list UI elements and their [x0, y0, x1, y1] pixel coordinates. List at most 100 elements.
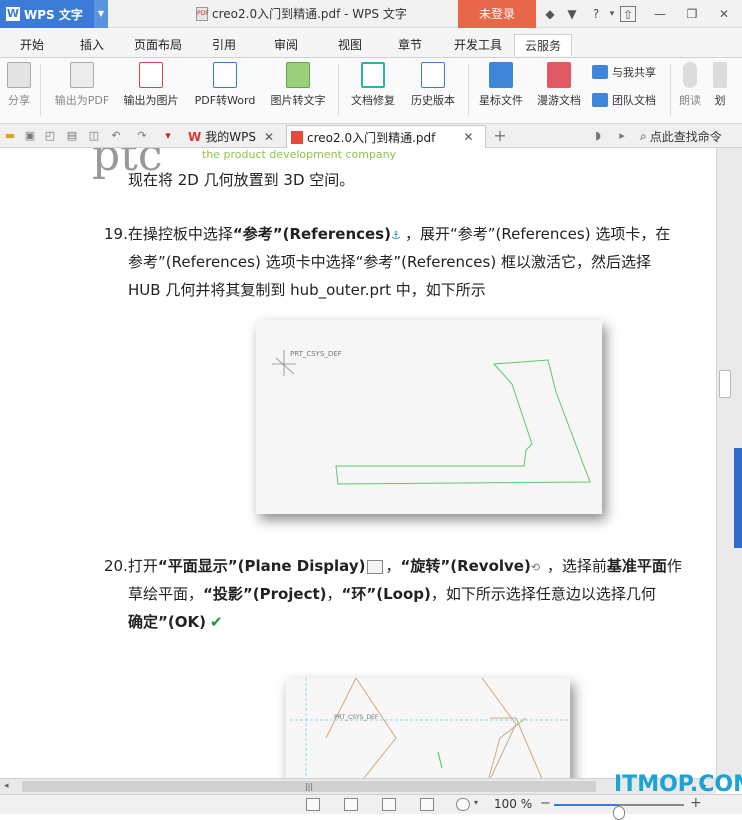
- step-text: ，如下所示选择任意边以选择几何: [430, 585, 656, 603]
- zoom-level[interactable]: 100 %: [494, 797, 532, 811]
- tab-home[interactable]: 开始: [14, 34, 50, 56]
- eye-protection-icon[interactable]: [456, 798, 470, 811]
- toggle-icon[interactable]: ◗: [590, 128, 606, 144]
- doc-menu-icon[interactable]: ▸: [614, 128, 630, 144]
- team-docs-button[interactable]: 团队文档: [592, 90, 656, 110]
- history-icon: [421, 62, 445, 88]
- zoom-slider-knob[interactable]: [613, 806, 625, 820]
- find-command-label: 点此查找命令: [649, 129, 722, 144]
- horizontal-scrollbar[interactable]: ◂ ||| ▸: [0, 778, 716, 794]
- export-pdf-icon: [70, 62, 94, 88]
- save-icon[interactable]: ▣: [22, 128, 38, 144]
- ribbon-separator: [338, 64, 339, 116]
- step-text: 在操控板中选择: [127, 225, 233, 243]
- skin-icon[interactable]: ◆: [542, 6, 558, 22]
- tab-cloud-services[interactable]: 云服务: [514, 34, 572, 56]
- share-icon: [7, 62, 31, 88]
- step-text: ，: [326, 585, 342, 603]
- close-icon[interactable]: ✕: [716, 6, 732, 22]
- tab-document[interactable]: creo2.0入门到精通.pdf ✕: [286, 125, 486, 148]
- tab-developer[interactable]: 开发工具: [448, 34, 508, 56]
- tab-document-label: creo2.0入门到精通.pdf: [307, 130, 436, 145]
- csys-label: PRT_CSYS_DEF: [290, 350, 342, 358]
- shared-with-me-button[interactable]: 与我共享: [592, 62, 656, 82]
- tab-view[interactable]: 视图: [332, 34, 368, 56]
- minimize-icon[interactable]: —: [652, 6, 668, 22]
- more-label: 划: [714, 94, 726, 107]
- pdf-to-word-button[interactable]: PDF转Word: [190, 60, 260, 120]
- read-aloud-button[interactable]: 朗读: [676, 60, 704, 120]
- tab-page-layout[interactable]: 页面布局: [128, 34, 188, 56]
- scroll-left-icon[interactable]: ◂: [4, 781, 9, 791]
- share-button[interactable]: 分享: [4, 60, 34, 120]
- close-tab-icon[interactable]: ✕: [264, 130, 274, 144]
- figure-sketch-2: PRT_CSYS_DEF: [286, 677, 570, 778]
- step-bold: “环”(Loop): [341, 585, 431, 603]
- tab-references[interactable]: 引用: [206, 34, 242, 56]
- image-to-text-icon: [286, 62, 310, 88]
- print-preview-icon[interactable]: ◰: [42, 128, 58, 144]
- maximize-icon[interactable]: ❐: [684, 6, 700, 22]
- help-menu-chevron-icon[interactable]: ▾: [604, 6, 620, 22]
- quick-access-menu-icon[interactable]: ▾: [160, 128, 176, 144]
- horizontal-scroll-thumb[interactable]: |||: [22, 781, 596, 792]
- full-screen-icon[interactable]: [306, 798, 320, 811]
- zoom-in-icon[interactable]: +: [690, 795, 702, 811]
- reading-view-icon[interactable]: [420, 798, 434, 811]
- redo-icon[interactable]: ↷: [134, 128, 150, 144]
- step-text: ，展开“参考”(References) 选项卡，在: [404, 225, 671, 243]
- eye-mode-chevron-icon[interactable]: ▾: [474, 798, 478, 807]
- step-number: 19.: [104, 225, 128, 243]
- tab-insert[interactable]: 插入: [74, 34, 110, 56]
- step-text: ，选择前: [546, 557, 607, 575]
- new-tab-icon[interactable]: +: [492, 128, 508, 144]
- window-title-text: creo2.0入门到精通.pdf - WPS 文字: [212, 7, 407, 21]
- read-aloud-label: 朗读: [679, 94, 701, 107]
- history-label: 历史版本: [411, 94, 455, 107]
- tab-my-wps[interactable]: W 我的WPS ✕: [184, 125, 284, 148]
- document-tab-bar: ▬ ▣ ◰ ▤ ◫ ↶ ↷ ▾ W 我的WPS ✕ creo2.0入门到精通.p…: [0, 124, 742, 148]
- page-view-icon[interactable]: [344, 798, 358, 811]
- export-image-button[interactable]: 输出为图片: [120, 60, 182, 120]
- restore-ribbon-icon[interactable]: ⇧: [620, 6, 636, 22]
- shared-icon: [592, 65, 608, 79]
- step-text: ，: [385, 557, 401, 575]
- pdf-file-icon: [291, 130, 303, 144]
- tab-review[interactable]: 审阅: [268, 34, 304, 56]
- references-icon: ⚓: [390, 229, 401, 242]
- web-view-icon[interactable]: [382, 798, 396, 811]
- document-page[interactable]: ptc the product development company 现在将 …: [0, 148, 716, 778]
- undo-icon[interactable]: ↶: [108, 128, 124, 144]
- history-version-button[interactable]: 历史版本: [406, 60, 460, 120]
- app-menu-button[interactable]: W WPS 文字: [0, 0, 94, 28]
- doc-repair-icon: [361, 62, 385, 88]
- doc-repair-button[interactable]: 文档修复: [346, 60, 400, 120]
- roaming-docs-button[interactable]: 漫游文档: [532, 60, 586, 120]
- shirt-icon[interactable]: ▼: [564, 6, 580, 22]
- step-text: 作: [666, 557, 682, 575]
- vertical-scroll-thumb[interactable]: [719, 370, 731, 398]
- revolve-icon: ⟲: [530, 561, 541, 574]
- step-bold: “旋转”(Revolve): [400, 557, 531, 575]
- more-button[interactable]: 划: [710, 60, 730, 120]
- export-pdf-button[interactable]: 输出为PDF: [50, 60, 114, 120]
- watermark: ITMOP.COM: [614, 772, 742, 797]
- preview-icon[interactable]: ◫: [86, 128, 102, 144]
- starred-files-button[interactable]: 星标文件: [474, 60, 528, 120]
- ribbon-separator: [670, 64, 671, 116]
- body-line: HUB 几何并将其复制到 hub_outer.prt 中，如下所示: [128, 281, 486, 299]
- search-icon: ⌕: [640, 128, 647, 143]
- window-title: PDF creo2.0入门到精通.pdf - WPS 文字: [196, 0, 407, 28]
- help-icon[interactable]: ?: [588, 6, 604, 22]
- step-19: 19.在操控板中选择“参考”(References)⚓ ，展开“参考”(Refer…: [104, 220, 670, 250]
- chevron-down-icon[interactable]: ▼: [94, 0, 108, 28]
- zoom-out-icon[interactable]: −: [540, 796, 551, 811]
- find-command-search[interactable]: ⌕ 点此查找命令: [640, 127, 722, 145]
- close-tab-icon[interactable]: ✕: [463, 130, 473, 144]
- tab-sections[interactable]: 章节: [392, 34, 428, 56]
- login-button[interactable]: 未登录: [458, 0, 536, 28]
- print-icon[interactable]: ▤: [64, 128, 80, 144]
- zoom-slider[interactable]: [554, 804, 684, 820]
- open-folder-icon[interactable]: ▬: [2, 128, 18, 144]
- image-to-text-button[interactable]: 图片转文字: [266, 60, 330, 120]
